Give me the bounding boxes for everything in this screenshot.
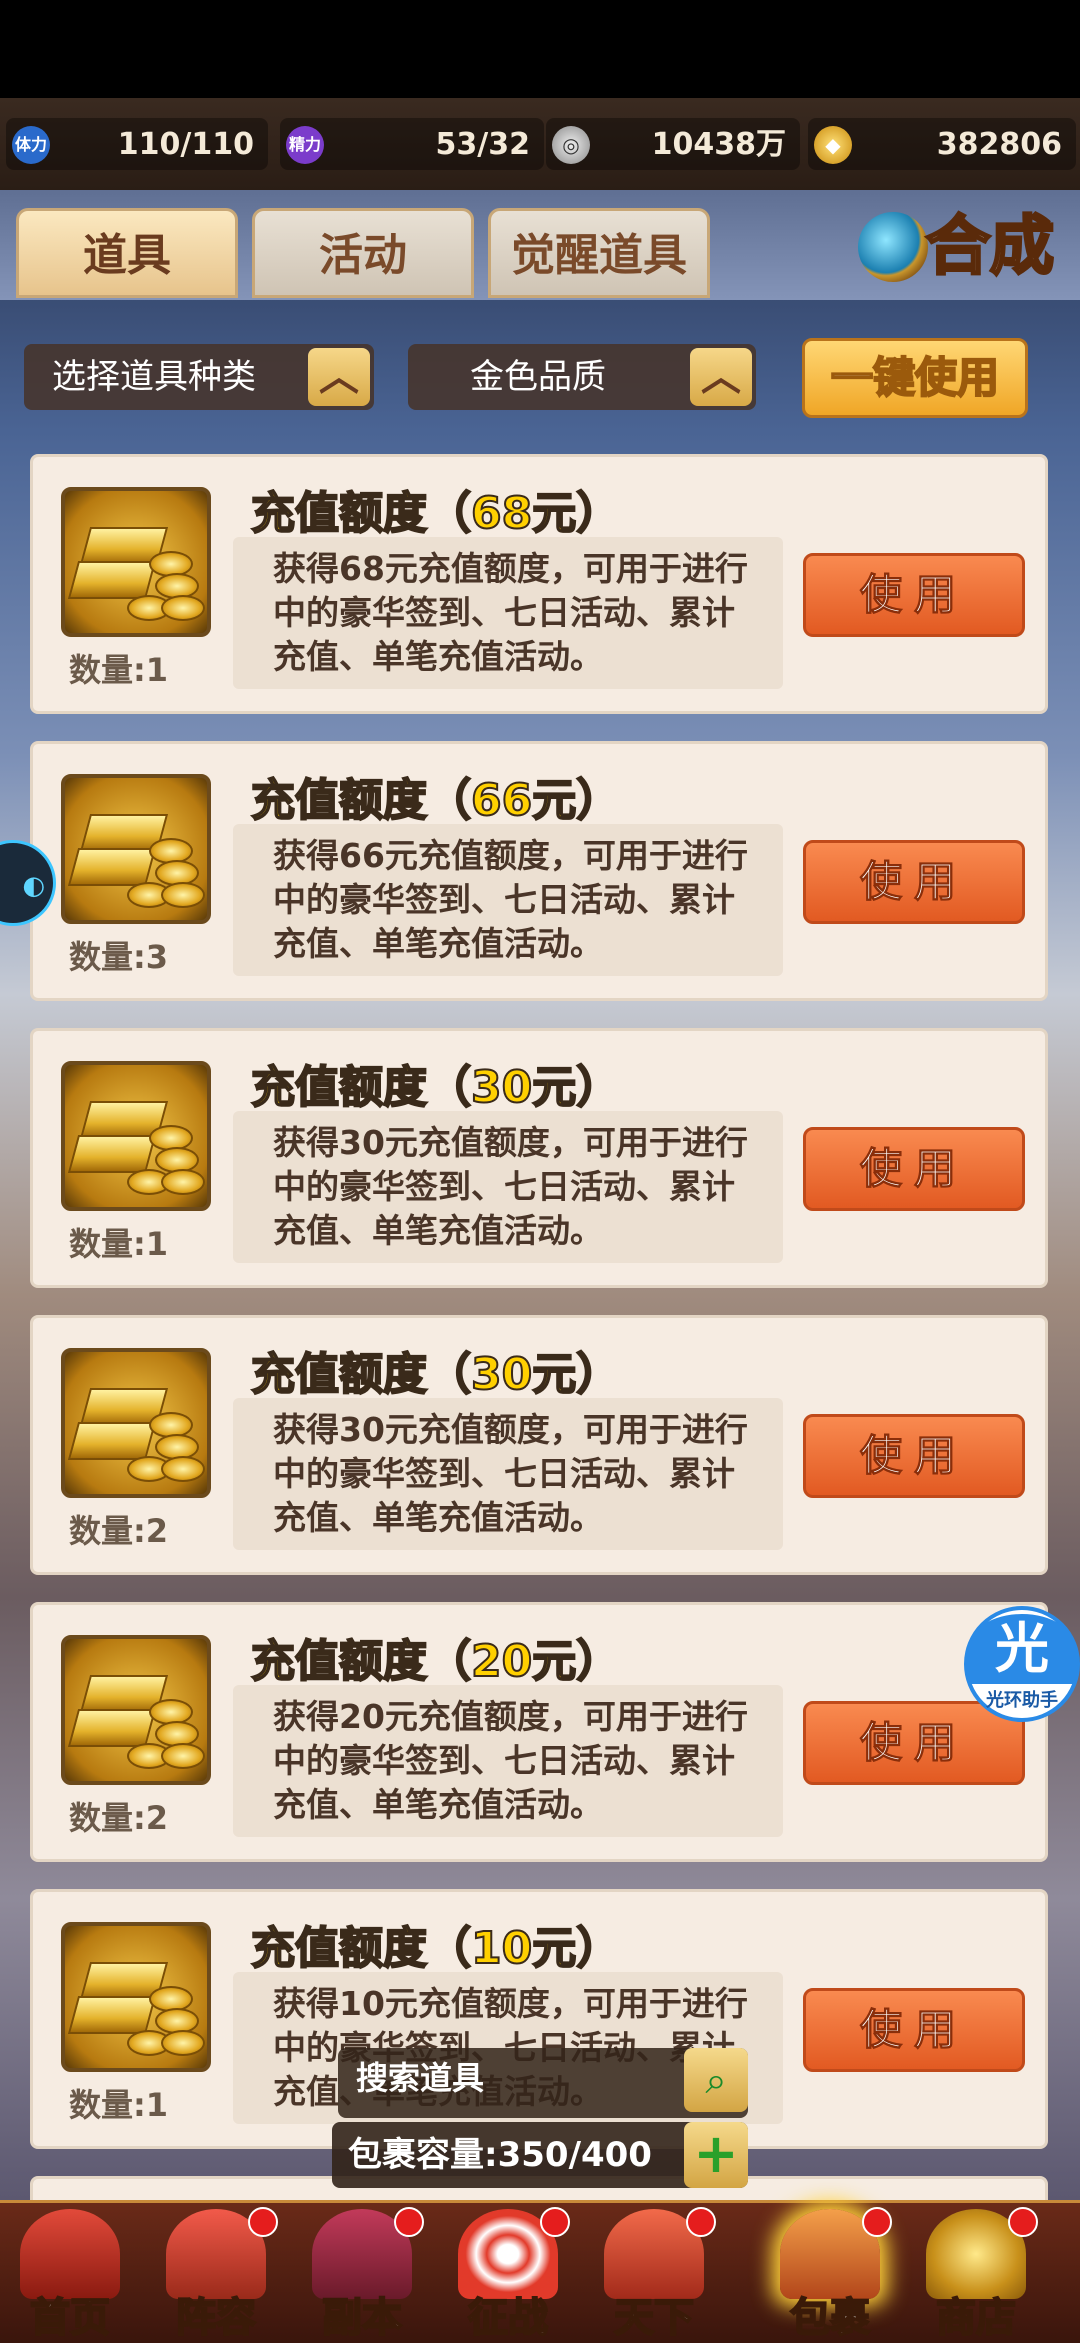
item-quantity: 数量:3 (69, 938, 169, 976)
use-button[interactable]: 使用 (803, 553, 1025, 637)
stamina-resource: 体力 110/110 (6, 118, 268, 170)
coin-value: 10438万 (651, 127, 786, 162)
ingot-value: 382806 (936, 127, 1062, 162)
item-quantity: 数量:1 (69, 651, 169, 689)
item-description: 获得66元充值额度，可用于进行中的豪华签到、七日活动、累计充值、单笔充值活动。 (233, 824, 783, 976)
quality-label: 金色品质 (470, 357, 606, 397)
item-type-label: 选择道具种类 (52, 357, 256, 397)
use-button[interactable]: 使用 (803, 1414, 1025, 1498)
chevron-up-icon[interactable]: ︿ (308, 348, 370, 406)
gold-ingot-icon: ◆ (814, 126, 852, 164)
helper-label: 光环助手 (986, 1690, 1058, 1711)
notification-dot (394, 2207, 424, 2237)
bottom-nav: 首页 阵容 副本 征战 天下 包裹 商店 (0, 2200, 1080, 2343)
tab-activity[interactable]: 活动 (252, 208, 474, 298)
quality-filter[interactable]: 金色品质 ︿ (408, 344, 756, 410)
nav-bag-label: 包裹 (789, 2294, 871, 2342)
use-button[interactable]: 使用 (803, 1127, 1025, 1211)
item-card: 数量:2 充值额度（20元） 获得20元充值额度，可用于进行中的豪华签到、七日活… (30, 1602, 1048, 1862)
helper-icon: 光 (968, 1614, 1076, 1684)
coin-resource: ◎ 10438万 (546, 118, 800, 170)
item-title: 充值额度（30元） (250, 1348, 621, 1401)
gold-bars-icon (61, 1922, 211, 2072)
compose-gem-icon (858, 212, 928, 282)
gold-bars-icon (61, 1061, 211, 1211)
use-button[interactable]: 使用 (803, 840, 1025, 924)
item-title: 充值额度（68元） (250, 487, 621, 540)
nav-bag[interactable]: 包裹 (760, 2203, 900, 2343)
energy-icon: 精力 (286, 126, 324, 164)
item-quantity: 数量:1 (69, 1225, 169, 1263)
notification-dot (540, 2207, 570, 2237)
nav-home[interactable]: 首页 (0, 2203, 140, 2343)
nav-world-label: 天下 (613, 2294, 695, 2342)
item-quantity: 数量:1 (69, 2086, 169, 2124)
bag-capacity-bar: 包裹容量:350/400 + (332, 2122, 748, 2188)
plus-icon[interactable]: + (684, 2122, 748, 2188)
energy-value: 53/32 (435, 127, 530, 162)
search-icon[interactable]: ⌕ (684, 2048, 748, 2112)
nav-dungeon-label: 副本 (321, 2294, 403, 2342)
item-card: 数量:2 充值额度（30元） 获得30元充值额度，可用于进行中的豪华签到、七日活… (30, 1315, 1048, 1575)
nav-home-label: 首页 (29, 2294, 111, 2342)
item-description: 获得20元充值额度，可用于进行中的豪华签到、七日活动、累计充值、单笔充值活动。 (233, 1685, 783, 1837)
nav-lineup[interactable]: 阵容 (146, 2203, 286, 2343)
item-description: 获得30元充值额度，可用于进行中的豪华签到、七日活动、累计充值、单笔充值活动。 (233, 1398, 783, 1550)
item-title: 充值额度（10元） (250, 1922, 621, 1975)
nav-lineup-label: 阵容 (175, 2294, 257, 2342)
item-card: 数量:1 充值额度（30元） 获得30元充值额度，可用于进行中的豪华签到、七日活… (30, 1028, 1048, 1288)
status-bar-area (0, 0, 1080, 98)
gold-bars-icon (61, 774, 211, 924)
nav-shop[interactable]: 商店 (906, 2203, 1046, 2343)
item-title: 充值额度（30元） (250, 1061, 621, 1114)
compose-label: 合成 (925, 209, 1056, 286)
search-items-label: 搜索道具 (356, 2059, 485, 2097)
gold-bars-icon (61, 487, 211, 637)
item-title: 充值额度（66元） (250, 774, 621, 827)
item-description: 获得68元充值额度，可用于进行中的豪华签到、七日活动、累计充值、单笔充值活动。 (233, 537, 783, 689)
item-quantity: 数量:2 (69, 1512, 169, 1550)
item-quantity: 数量:2 (69, 1799, 169, 1837)
stamina-value: 110/110 (117, 127, 254, 162)
bag-capacity-label: 包裹容量:350/400 (348, 2135, 652, 2175)
nav-dungeon[interactable]: 副本 (292, 2203, 432, 2343)
ingot-resource: ◆ 382806 (808, 118, 1076, 170)
search-items-bar[interactable]: 搜索道具 ⌕ (338, 2048, 748, 2118)
helper-float-button[interactable]: 光 光环助手 (964, 1606, 1080, 1722)
gold-bars-icon (61, 1635, 211, 1785)
compose-button[interactable]: 合成 (858, 202, 1058, 292)
nav-shop-label: 商店 (935, 2294, 1017, 2342)
notification-dot (686, 2207, 716, 2237)
item-type-filter[interactable]: 选择道具种类 ︿ (24, 344, 374, 410)
item-card: 数量:1 充值额度（68元） 获得68元充值额度，可用于进行中的豪华签到、七日活… (30, 454, 1048, 714)
tab-awaken-items[interactable]: 觉醒道具 (488, 208, 710, 298)
nav-campaign[interactable]: 征战 (438, 2203, 578, 2343)
notification-dot (1008, 2207, 1038, 2237)
chevron-up-icon[interactable]: ︿ (690, 348, 752, 406)
one-key-use-button[interactable]: 一键使用 (802, 338, 1028, 418)
resource-bar: 体力 110/110 精力 53/32 ◎ 10438万 ◆ 382806 (0, 98, 1080, 193)
nav-campaign-label: 征战 (467, 2294, 549, 2342)
energy-resource: 精力 53/32 (280, 118, 544, 170)
item-card: 数量:3 充值额度（66元） 获得66元充值额度，可用于进行中的豪华签到、七日活… (30, 741, 1048, 1001)
tab-items[interactable]: 道具 (16, 208, 238, 298)
coin-icon: ◎ (552, 126, 590, 164)
item-description: 获得30元充值额度，可用于进行中的豪华签到、七日活动、累计充值、单笔充值活动。 (233, 1111, 783, 1263)
stamina-icon: 体力 (12, 126, 50, 164)
notification-dot (248, 2207, 278, 2237)
use-button[interactable]: 使用 (803, 1988, 1025, 2072)
gold-bars-icon (61, 1348, 211, 1498)
item-title: 充值额度（20元） (250, 1635, 621, 1688)
notification-dot (862, 2207, 892, 2237)
nav-world[interactable]: 天下 (584, 2203, 724, 2343)
